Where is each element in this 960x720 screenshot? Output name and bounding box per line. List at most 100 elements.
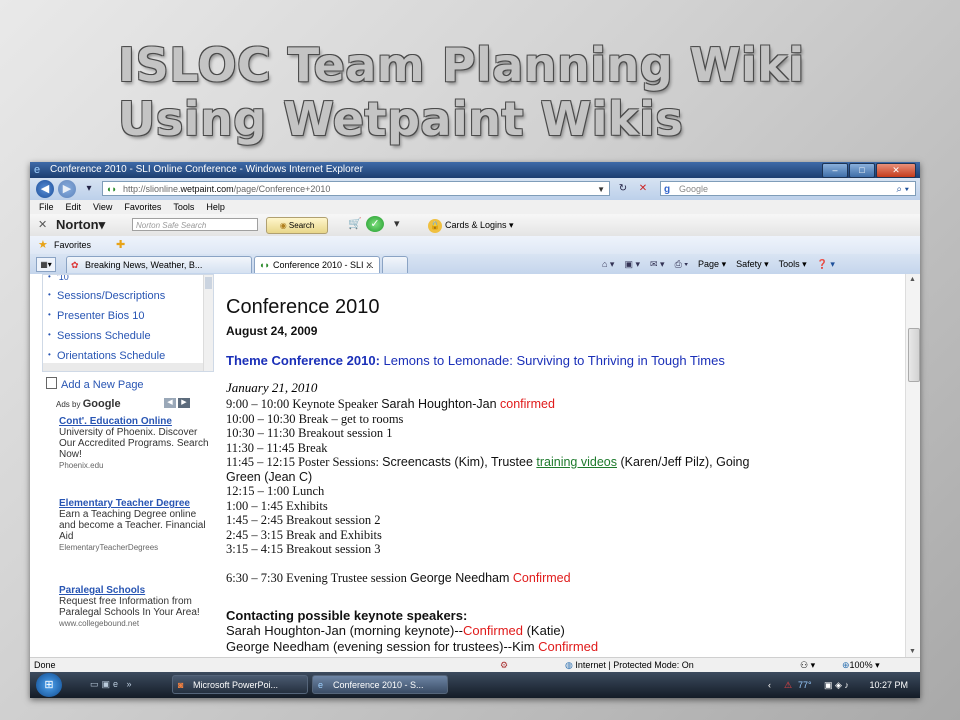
tab-close-icon[interactable]: ✕ (365, 257, 373, 273)
ad-title[interactable]: Paralegal Schools (59, 585, 209, 596)
norton-search-input[interactable]: Norton Safe Search (132, 218, 258, 231)
search-icon[interactable]: ⌕ ▾ (896, 182, 909, 197)
quick-tabs-icon[interactable]: ▦▾ (36, 257, 56, 272)
norton-toolbar: ✕ Norton▾ Norton Safe Search ◉ Search 🛒 … (30, 214, 920, 237)
tab-conference-2010[interactable]: ◖◗ Conference 2010 - SLI ... ✕ (254, 256, 380, 273)
page-menu[interactable]: Page ▾ (698, 259, 726, 270)
maximize-button[interactable]: □ (849, 163, 875, 178)
network-volume-icons[interactable]: ▣ ◈ ♪ (824, 672, 849, 698)
help-icon[interactable]: ❓ ▾ (817, 259, 835, 270)
ad-prev-icon[interactable]: ◀ (164, 398, 176, 408)
minimize-button[interactable]: – (822, 163, 848, 178)
poster-sessions-text: Screencasts (Kim), Trustee (382, 455, 537, 469)
history-dropdown-icon[interactable]: ▾ (80, 181, 98, 196)
stop-icon[interactable]: ✕ (634, 181, 652, 196)
protected-mode-icon[interactable]: ⚇ ▾ (800, 658, 815, 673)
training-videos-link[interactable]: training videos (536, 455, 617, 469)
security-zone[interactable]: ◍ Internet | Protected Mode: On (565, 658, 694, 673)
ad-item[interactable]: Cont'. Education Online University of Ph… (59, 416, 209, 471)
clock[interactable]: 10:27 PM (869, 672, 908, 698)
start-button[interactable]: ⊞ (36, 673, 62, 697)
quick-launch[interactable]: ▭▣e » (90, 679, 135, 690)
favorites-star-icon[interactable]: ★ (38, 236, 48, 254)
ad-url: ElementaryTeacherDegrees (59, 543, 159, 552)
schedule-row: 1:00 – 1:45 Exhibits (226, 499, 328, 513)
taskbar-item-label: Conference 2010 - S... (333, 680, 424, 690)
google-icon: g (664, 184, 671, 195)
close-button[interactable]: ✕ (876, 163, 916, 178)
ad-body: Earn a Teaching Degree online and become… (59, 509, 206, 542)
menu-help[interactable]: Help (206, 200, 225, 214)
print-icon[interactable]: ⎙ ▾ (675, 259, 688, 270)
menu-edit[interactable]: Edit (66, 200, 82, 214)
scroll-up-icon[interactable]: ▲ (909, 276, 916, 283)
page-icon (46, 377, 57, 389)
address-prefix: http://slionline. (123, 184, 181, 194)
safe-check-icon[interactable]: ✓ (366, 216, 384, 232)
address-dropdown-icon[interactable]: ▼ (597, 182, 605, 197)
nav-item-sessions-descriptions[interactable]: Sessions/Descriptions (48, 290, 165, 302)
ad-body: Request free Information from Paralegal … (59, 596, 200, 618)
add-page-link[interactable]: Add a New Page (46, 377, 144, 391)
taskbar-item-powerpoint[interactable]: ◙ Microsoft PowerPoi... (172, 675, 308, 694)
nav-scroll-thumb[interactable] (205, 277, 212, 289)
page-scrollbar[interactable]: ▲ ▼ (905, 274, 920, 657)
favorites-bar: ★ Favorites ✚ (30, 236, 920, 254)
menu-view[interactable]: View (93, 200, 112, 214)
home-icon[interactable]: ⌂ ▾ (602, 259, 614, 270)
nav-item-presenter-bios[interactable]: Presenter Bios 10 (48, 310, 144, 322)
globe-icon: ◍ (565, 660, 576, 670)
refresh-icon[interactable]: ↻ (614, 181, 632, 196)
nav-horizontal-scrollbar[interactable] (43, 363, 203, 371)
address-path: /page/Conference+2010 (233, 184, 331, 194)
schedule-time: 11:45 – 12:15 Poster Sessions: (226, 455, 383, 469)
menu-tools[interactable]: Tools (173, 200, 194, 214)
schedule-time: 6:30 – 7:30 Evening Trustee session (226, 571, 411, 585)
speaker-name: Sarah Houghton-Jan (381, 397, 501, 411)
back-button[interactable]: ◀ (36, 180, 54, 198)
nav-item-orientations-schedule[interactable]: Orientations Schedule (48, 350, 165, 362)
ad-next-icon[interactable]: ▶ (178, 398, 190, 408)
weather-temp[interactable]: 77° (798, 672, 812, 698)
taskbar-item-ie[interactable]: e Conference 2010 - S... (312, 675, 448, 694)
norton-search-button[interactable]: ◉ Search (266, 217, 328, 234)
ad-title[interactable]: Elementary Teacher Degree (59, 498, 209, 509)
ad-title[interactable]: Cont'. Education Online (59, 416, 209, 427)
wetpaint-icon: ◖◗ (259, 260, 270, 270)
status-confirmed: confirmed (500, 397, 555, 411)
tray-expand-icon[interactable]: ‹ (768, 672, 771, 698)
schedule-row: 11:45 – 12:15 Poster Sessions: Screencas… (226, 455, 749, 470)
ad-item[interactable]: Paralegal Schools Request free Informati… (59, 585, 209, 629)
norton-tray-icon[interactable]: ⚠ (784, 672, 792, 698)
tab-breaking-news[interactable]: ✿ Breaking News, Weather, B... (66, 256, 252, 273)
ads-by-google[interactable]: Ads by Google (56, 398, 121, 410)
new-tab-button[interactable] (382, 256, 408, 273)
ad-item[interactable]: Elementary Teacher Degree Earn a Teachin… (59, 498, 209, 553)
nav-item-partial[interactable]: '10 (48, 275, 69, 282)
schedule-row: 12:15 – 1:00 Lunch (226, 484, 325, 498)
search-input[interactable]: g Google ⌕ ▾ (660, 181, 916, 196)
close-toolbar-icon[interactable]: ✕ (38, 218, 47, 231)
privacy-icon[interactable]: ⚙ (500, 658, 508, 673)
cart-icon[interactable]: 🛒 (348, 217, 362, 230)
address-bar[interactable]: ◖◗ http://slionline.wetpaint.com/page/Co… (102, 181, 610, 196)
nav-scrollbar[interactable] (203, 275, 213, 371)
page-scroll-thumb[interactable] (908, 328, 920, 382)
wiki-page-content: Conference 2010 August 24, 2009 Theme Co… (216, 274, 905, 657)
menu-favorites[interactable]: Favorites (124, 200, 161, 214)
zoom-control[interactable]: ⊕100% ▾ (842, 658, 880, 673)
nav-item-sessions-schedule[interactable]: Sessions Schedule (48, 330, 151, 342)
check-dropdown-icon[interactable]: ▾ (394, 217, 400, 230)
mail-icon[interactable]: ✉ ▾ (650, 259, 665, 270)
add-favorite-icon[interactable]: ✚ (116, 236, 125, 254)
safety-menu[interactable]: Safety ▾ (736, 259, 769, 270)
tools-menu[interactable]: Tools ▾ (779, 259, 807, 270)
forward-button[interactable]: ▶ (58, 180, 76, 198)
feeds-icon[interactable]: ▣ ▾ (624, 259, 640, 270)
cards-logins-button[interactable]: 🔒 Cards & Logins ▾ (428, 218, 514, 233)
menu-file[interactable]: File (39, 200, 54, 214)
favorites-button[interactable]: Favorites (54, 236, 91, 254)
security-zone-label: Internet | Protected Mode: On (575, 660, 694, 670)
ad-url: www.collegebound.net (59, 619, 140, 628)
scroll-down-icon[interactable]: ▼ (909, 648, 916, 655)
